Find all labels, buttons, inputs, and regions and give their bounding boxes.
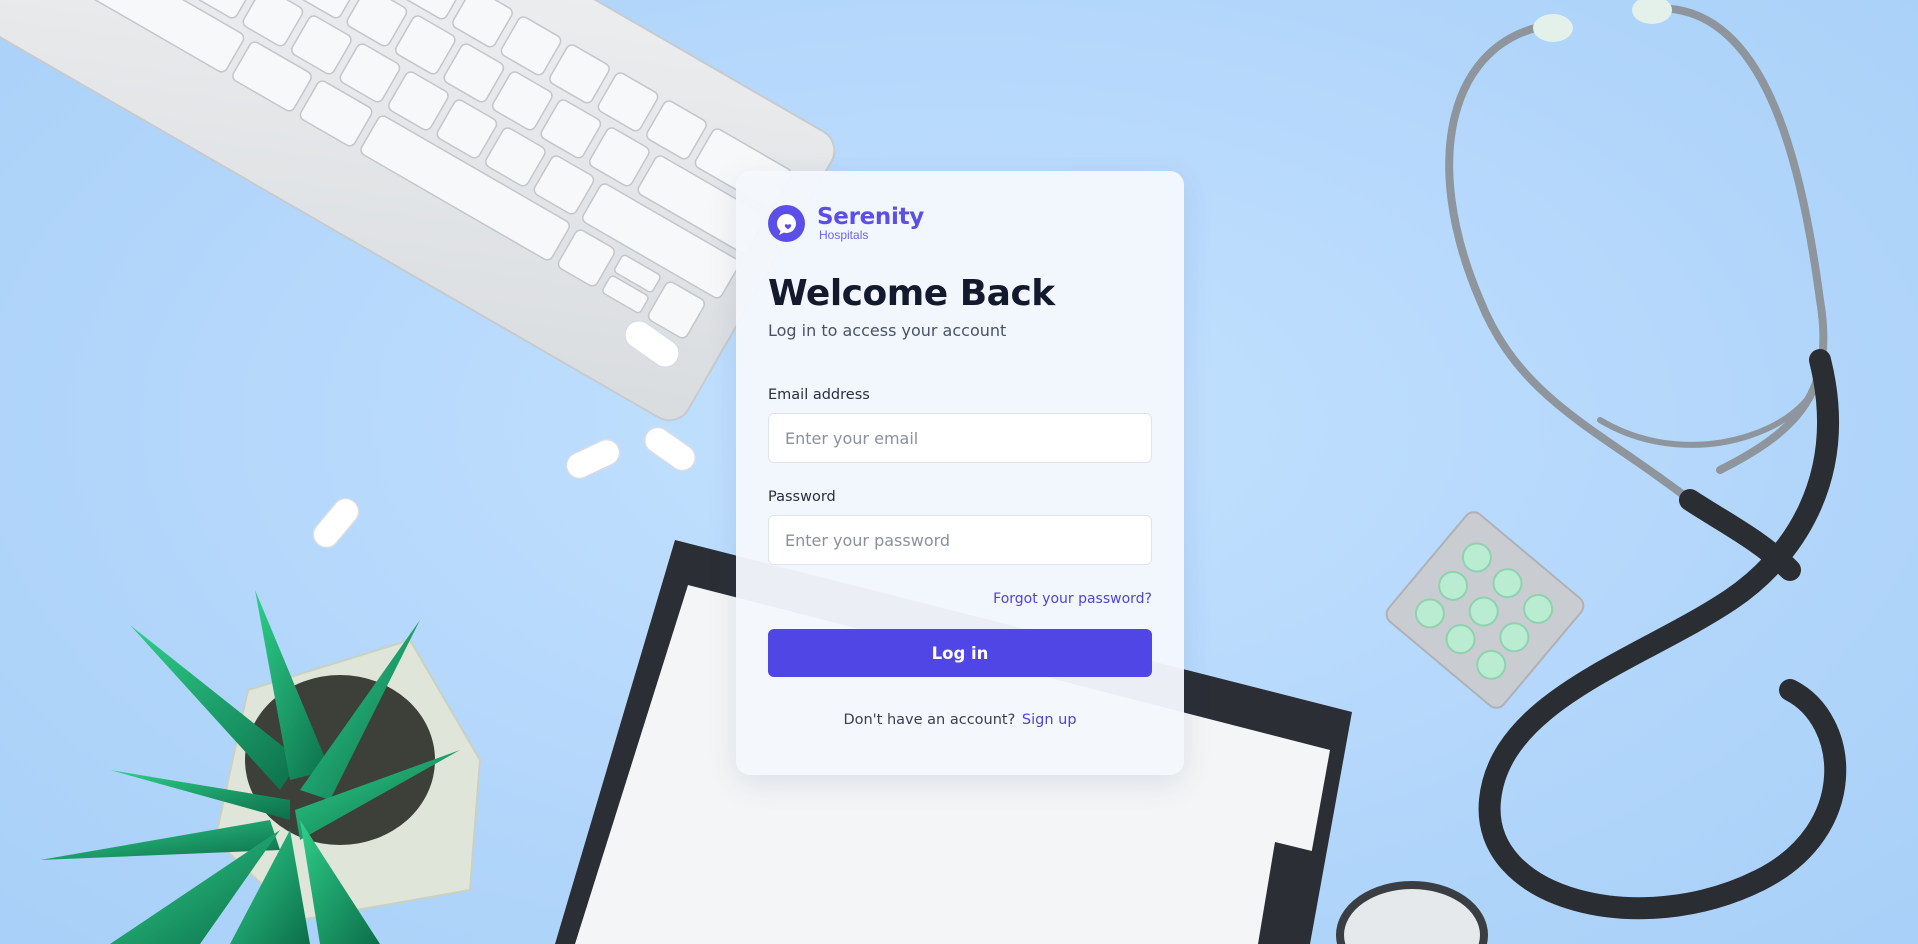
page-subtitle: Log in to access your account (768, 321, 1007, 340)
plant (40, 590, 482, 944)
signup-row: Don't have an account? Sign up (768, 712, 1152, 728)
email-label: Email address (768, 387, 870, 403)
login-button[interactable]: Log in (768, 629, 1152, 677)
heart-chat-bubble-icon (768, 204, 805, 242)
forgot-row: Forgot your password? (768, 590, 1152, 610)
keyboard (0, 0, 836, 422)
brand-name: Serenity (817, 203, 924, 230)
email-field[interactable] (768, 413, 1152, 463)
brand-text: Serenity Hospitals (817, 203, 924, 242)
login-card: Serenity Hospitals Welcome Back Log in t… (736, 171, 1184, 775)
brand-subtitle: Hospitals (819, 227, 869, 242)
page-title: Welcome Back (768, 273, 1055, 314)
stethoscope-chestpiece (1336, 881, 1488, 944)
signup-prompt: Don't have an account? (843, 712, 1016, 728)
password-label: Password (768, 489, 836, 505)
blister-pack (1385, 511, 1585, 709)
signup-link[interactable]: Sign up (1022, 712, 1077, 728)
login-form: Email address Password Forgot your passw… (768, 387, 1152, 728)
brand: Serenity Hospitals (768, 203, 1152, 243)
forgot-password-link[interactable]: Forgot your password? (993, 591, 1152, 607)
password-field[interactable] (768, 515, 1152, 565)
stethoscope (1445, 0, 1847, 920)
pills (312, 320, 697, 549)
